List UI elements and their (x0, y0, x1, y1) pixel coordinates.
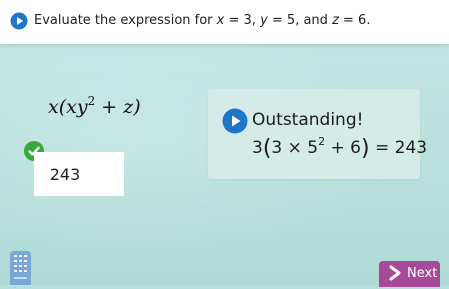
expression: x(xy2 + z) (48, 94, 141, 118)
feedback-title: Outstanding! (252, 110, 364, 130)
feedback-equation: 3(3 × 52 + 6) = 243 (252, 135, 428, 161)
calculator-icon[interactable] (10, 251, 31, 285)
play-icon[interactable] (10, 12, 28, 30)
instruction-header: Evaluate the expression for x = 3, y = 5… (0, 0, 449, 44)
answer-field[interactable]: 243 (34, 152, 124, 196)
instruction-text: Evaluate the expression for x = 3, y = 5… (34, 13, 371, 28)
answer-value: 243 (49, 165, 81, 184)
next-label: Next (407, 266, 438, 281)
next-button[interactable]: Next (379, 261, 440, 287)
arrow-right-icon (389, 265, 401, 281)
calculator-keys-icon (14, 255, 27, 279)
feedback-panel: Outstanding! 3(3 × 52 + 6) = 243 (208, 89, 427, 179)
play-icon[interactable] (222, 108, 248, 134)
